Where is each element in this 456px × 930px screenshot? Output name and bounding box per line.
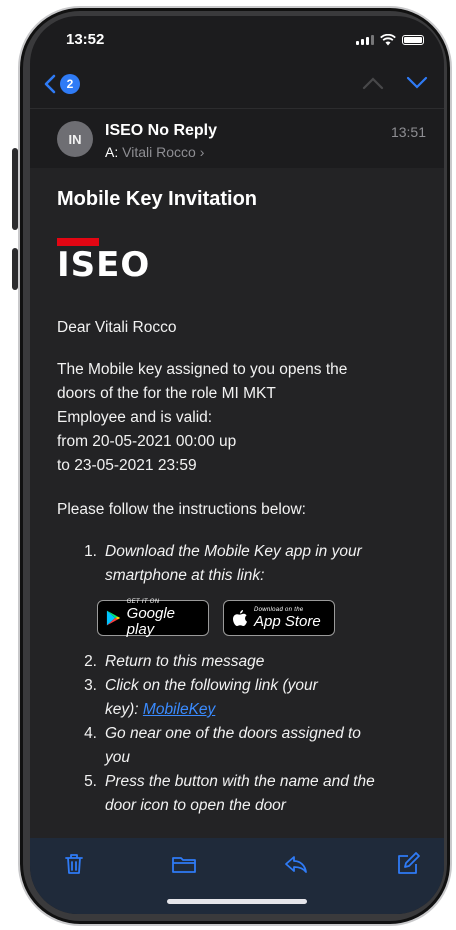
battery-icon <box>402 35 424 45</box>
instructions-intro: Please follow the instructions below: <box>57 501 306 518</box>
folder-icon[interactable] <box>170 850 198 878</box>
list-item: 2. Return to this message <box>84 653 265 670</box>
status-icons <box>356 34 424 46</box>
svg-text:ISEO: ISEO <box>57 245 150 278</box>
sender-name[interactable]: ISEO No Reply <box>105 122 217 140</box>
message-navigation <box>362 76 428 90</box>
list-item: 1. Download the Mobile Key app in your sm… <box>84 543 362 584</box>
avatar: IN <box>57 121 93 157</box>
trash-icon[interactable] <box>60 850 88 878</box>
chevron-up-icon[interactable] <box>362 76 384 90</box>
para-line: from 20-05-2021 00:00 up <box>57 433 237 450</box>
recipient-line[interactable]: A: Vitali Rocco › <box>105 144 204 160</box>
google-play-button[interactable]: GET IT ON Google play <box>97 599 209 637</box>
back-button[interactable]: 2 <box>44 74 80 94</box>
chevron-right-icon: › <box>199 144 205 160</box>
app-store-button[interactable]: Download on the App Store <box>223 600 335 636</box>
list-item: 5. Press the button with the name and th… <box>84 773 375 814</box>
greeting: Dear Vitali Rocco <box>57 319 177 336</box>
para-line: The Mobile key assigned to you opens the <box>57 361 348 378</box>
apple-icon <box>233 610 247 626</box>
list-item: 4. Go near one of the doors assigned to y… <box>84 725 361 766</box>
list-item: 3. Click on the following link (your key)… <box>84 677 318 718</box>
recipient-name: Vitali Rocco <box>122 144 196 160</box>
recipient-prefix: A: <box>105 144 119 160</box>
iseo-logo: ISEO <box>57 238 150 278</box>
wifi-icon <box>380 34 396 46</box>
mail-header: IN ISEO No Reply A: Vitali Rocco › 13:51 <box>30 108 444 169</box>
home-indicator[interactable] <box>167 899 307 904</box>
email-body: Mobile Key Invitation ISEO Dear Vitali R… <box>30 168 444 838</box>
mail-time: 13:51 <box>390 124 426 140</box>
unread-count-badge: 2 <box>60 74 80 94</box>
para-line: to 23-05-2021 23:59 <box>57 457 197 474</box>
screen: 13:52 2 IN ISEO No Reply A: Vitali Rocco… <box>30 16 444 914</box>
status-time: 13:52 <box>66 31 105 48</box>
reply-icon[interactable] <box>282 850 310 878</box>
nav-bar: 2 <box>30 66 444 106</box>
para-line: Employee and is valid: <box>57 409 213 426</box>
compose-icon[interactable] <box>394 850 422 878</box>
google-play-icon <box>106 610 121 626</box>
email-subject: Mobile Key Invitation <box>57 188 258 210</box>
chevron-down-icon[interactable] <box>406 76 428 90</box>
store-badges: GET IT ON Google play Download on the Ap… <box>97 599 430 637</box>
para-line: doors of the for the role MI MKT <box>57 385 276 402</box>
chevron-left-icon <box>44 74 56 94</box>
status-bar: 13:52 <box>30 16 444 56</box>
validity-paragraph: The Mobile key assigned to you opens the… <box>57 358 426 478</box>
mobilekey-link[interactable]: MobileKey <box>143 701 215 718</box>
bottom-toolbar <box>30 838 444 914</box>
instructions-list: 1. Download the Mobile Key app in your sm… <box>57 540 430 818</box>
signal-icon <box>356 35 374 45</box>
